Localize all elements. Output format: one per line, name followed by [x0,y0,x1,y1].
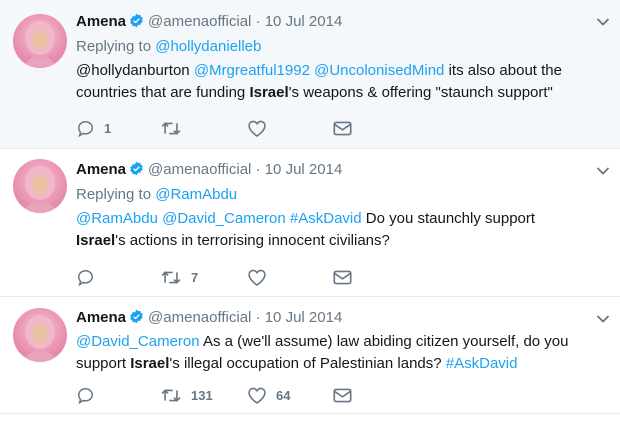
highlighted-term: Israel [76,232,116,249]
retweet-icon [161,270,181,284]
user-handle[interactable]: @amenaofficial [148,309,251,326]
mention-link[interactable]: @David_Cameron [76,333,200,350]
replying-to-label: Replying to [76,186,156,203]
like-button[interactable] [247,118,276,138]
envelope-icon [333,388,352,402]
heart-icon [248,387,266,404]
user-handle[interactable]: @amenaofficial [148,13,251,30]
direct-message-button[interactable] [333,385,352,405]
envelope-icon [333,270,352,284]
tweet-header: Amena @amenaofficial · 10 Jul 2014 [76,12,580,32]
reply-count: 1 [104,120,112,136]
envelope-icon [333,121,352,135]
highlighted-term: Israel [130,355,170,372]
reply-to-mention[interactable]: @RamAbdu [155,186,237,203]
tweet-actions: 131 64 [76,385,376,405]
tweet-actions: 1 [76,118,376,138]
separator-dot: · [255,13,261,30]
retweet-count: 131 [191,387,213,403]
retweet-button[interactable]: 7 [160,267,198,287]
chevron-down-icon[interactable] [596,166,610,176]
display-name[interactable]: Amena [76,13,126,30]
direct-message-button[interactable] [333,118,352,138]
avatar[interactable] [13,159,67,213]
text-segment: @hollydanburton [76,62,194,79]
display-name[interactable]: Amena [76,161,126,178]
text-segment: 's actions in terrorising innocent civil… [115,232,390,249]
reply-icon [78,269,93,286]
mention-link[interactable]: @RamAbdu [76,210,158,227]
retweet-icon [161,388,181,402]
heart-icon [248,120,266,137]
replying-to-label: Replying to [76,38,156,55]
text-segment: 's illegal occupation of Palestinian lan… [169,355,446,372]
like-button[interactable] [247,267,276,287]
tweet-actions: 7 [76,267,376,287]
retweet-button[interactable]: 131 [160,385,213,405]
replying-to: Replying to @hollydanielleb [76,37,580,57]
tweet-header: Amena @amenaofficial · 10 Jul 2014 [76,160,580,180]
tweet[interactable]: Amena @amenaofficial · 10 Jul 2014 Replyi… [0,149,620,297]
reply-to-mention[interactable]: @hollydanielleb [155,38,261,55]
retweet-count: 7 [191,269,199,285]
like-button[interactable]: 64 [247,385,290,405]
tweet[interactable]: Amena @amenaofficial · 10 Jul 2014 Replyi… [0,0,620,149]
mention-link[interactable]: @Mrgreatful1992 [194,62,310,79]
reply-button[interactable] [76,267,104,287]
tweet-text: @RamAbdu @David_Cameron #AskDavid Do you… [76,208,580,252]
direct-message-button[interactable] [333,267,352,287]
tweet[interactable]: Amena @amenaofficial · 10 Jul 2014 @David… [0,297,620,414]
hashtag-link[interactable]: #AskDavid [290,210,362,227]
mention-link[interactable]: @UncolonisedMind [314,62,444,79]
reply-button[interactable]: 1 [76,118,111,138]
display-name[interactable]: Amena [76,309,126,326]
like-count: 64 [276,387,291,403]
verified-badge-icon [130,309,143,324]
reply-icon [78,387,93,404]
replying-to: Replying to @RamAbdu [76,185,580,205]
user-handle[interactable]: @amenaofficial [148,161,251,178]
avatar[interactable] [13,14,67,68]
hashtag-link[interactable]: #AskDavid [446,355,518,372]
retweet-button[interactable] [160,118,191,138]
heart-icon [248,269,266,286]
mention-link[interactable]: @David_Cameron [162,210,286,227]
tweet-text: @hollydanburton @Mrgreatful1992 @Uncolon… [76,60,580,104]
tweet-text: @David_Cameron As a (we'll assume) law a… [76,331,580,375]
separator-dot: · [255,309,261,326]
verified-badge-icon [130,13,143,28]
text-segment: Do you staunchly support [361,210,536,227]
reply-button[interactable] [76,385,104,405]
chevron-down-icon[interactable] [596,17,610,27]
tweet-header: Amena @amenaofficial · 10 Jul 2014 [76,308,580,328]
verified-badge-icon [130,161,143,176]
chevron-down-icon[interactable] [596,314,610,324]
retweet-icon [161,121,181,135]
tweet-date[interactable]: 10 Jul 2014 [265,161,343,178]
highlighted-term: Israel [249,84,289,101]
avatar[interactable] [13,308,67,362]
tweet-date[interactable]: 10 Jul 2014 [265,309,343,326]
reply-icon [78,120,93,137]
separator-dot: · [255,161,261,178]
text-segment: 's weapons & offering "staunch support" [288,84,553,101]
tweet-date[interactable]: 10 Jul 2014 [265,13,343,30]
